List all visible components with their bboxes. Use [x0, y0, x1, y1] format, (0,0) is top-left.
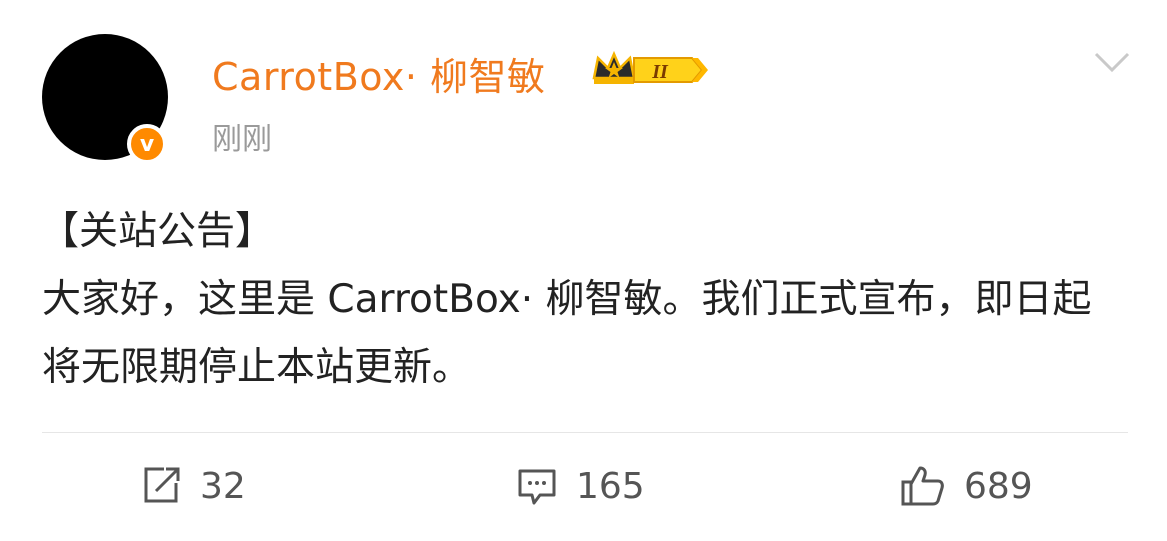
comment-button[interactable]: 165	[516, 458, 645, 514]
like-button[interactable]: 689	[900, 458, 1033, 514]
post-body: 大家好，这里是 CarrotBox· 柳智敏。我们正式宣布，即日起将无限期停止本…	[42, 277, 1092, 390]
vip-badge-icon[interactable]: II	[590, 48, 710, 92]
comment-count: 165	[576, 465, 645, 507]
username[interactable]: CarrotBox· 柳智敏	[212, 46, 546, 101]
repost-icon	[144, 467, 180, 503]
like-count: 689	[964, 465, 1033, 507]
thumbs-up-icon	[901, 466, 944, 506]
verified-icon: v	[127, 124, 167, 164]
comment-icon	[518, 469, 556, 505]
chevron-down-icon[interactable]	[1092, 48, 1132, 78]
svg-text:II: II	[651, 61, 669, 83]
post-title: 【关站公告】	[40, 209, 275, 254]
repost-count: 32	[200, 465, 246, 507]
timestamp: 刚刚	[212, 122, 272, 157]
repost-button[interactable]: 32	[140, 458, 246, 514]
divider	[42, 432, 1128, 433]
